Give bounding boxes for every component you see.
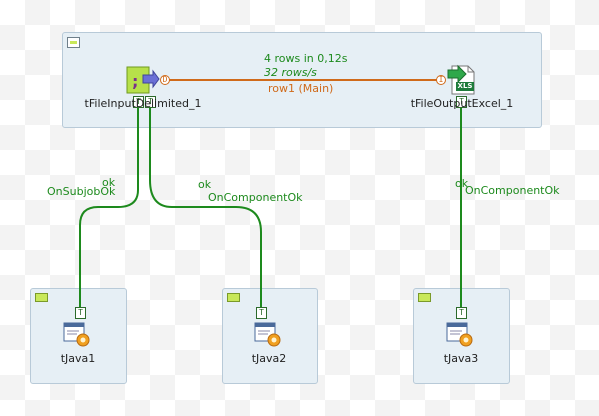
excel-output-icon	[447, 64, 475, 95]
main-output-port[interactable]: D	[160, 75, 170, 85]
delimited-file-input-icon: ;	[126, 66, 160, 94]
on-subjob-ok-link[interactable]	[79, 104, 139, 307]
link-stats-rows: 4 rows in 0,12s	[264, 52, 348, 65]
component-ok-1-label[interactable]: OnComponentOk	[208, 191, 303, 204]
tjava3-trigger-input-port[interactable]: T	[456, 307, 467, 319]
svg-text:;: ;	[132, 72, 138, 91]
tfileinputdelimited-component[interactable]: ;	[126, 66, 160, 94]
xls-badge: XLS	[457, 82, 473, 90]
link-stats-rate: 32 rows/s	[264, 66, 317, 79]
tjava3-component[interactable]	[446, 322, 474, 348]
main-input-port[interactable]: I	[436, 75, 446, 85]
tjava1-trigger-input-port[interactable]: T	[75, 307, 86, 319]
tjava2-label: tJava2	[251, 352, 287, 365]
java-component-icon	[63, 322, 90, 347]
component-ok-2-label[interactable]: OnComponentOk	[465, 184, 560, 197]
tfileoutputexcel-label: tFileOutputExcel_1	[410, 97, 514, 110]
tjava1-component[interactable]	[63, 322, 91, 348]
tjava3-label: tJava3	[443, 352, 479, 365]
tjava1-label: tJava1	[60, 352, 96, 365]
component-ok-1-status: ok	[198, 178, 212, 191]
tjava2-component[interactable]	[254, 322, 282, 348]
tfileinputdelimited-label: tFileInputDelimited_1	[84, 97, 202, 110]
on-component-ok-link-tjava2[interactable]	[149, 104, 262, 307]
main-link-label[interactable]: row1 (Main)	[268, 82, 333, 95]
tjava2-trigger-input-port[interactable]: T	[256, 307, 267, 319]
java-component-icon	[254, 322, 281, 347]
tfileoutputexcel-component[interactable]: XLS	[446, 64, 478, 96]
java-component-icon	[446, 322, 473, 347]
subjob-ok-label[interactable]: OnSubjobOk	[47, 185, 115, 198]
